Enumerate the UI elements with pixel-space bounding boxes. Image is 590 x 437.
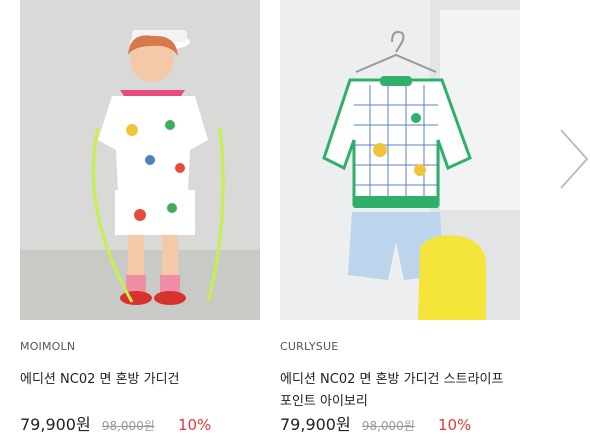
- product-name[interactable]: 에디션 NC02 면 혼방 가디건 스트라이프 포인트 아이보리: [280, 369, 520, 413]
- brand-name[interactable]: MOIMOLN: [20, 340, 260, 353]
- carousel-next-button[interactable]: [556, 126, 590, 192]
- original-price: 98,000원: [361, 419, 415, 433]
- sale-price: 79,900원: [20, 415, 91, 434]
- chevron-right-icon: [560, 129, 589, 189]
- price-row: 79,900원 98,000원 10%: [280, 414, 471, 437]
- original-price: 98,000원: [101, 419, 155, 433]
- discount-rate: 10%: [437, 416, 472, 434]
- price-row: 79,900원 98,000원 10%: [20, 414, 211, 437]
- sale-price: 79,900원: [280, 415, 351, 434]
- brand-name[interactable]: CURLYSUE: [280, 340, 520, 353]
- product-name-line-1[interactable]: 에디션 NC02 면 혼방 가디건 스트라이프: [280, 369, 520, 391]
- product-name[interactable]: 에디션 NC02 면 혼방 가디건: [20, 369, 260, 391]
- product-image[interactable]: [20, 0, 260, 320]
- discount-rate: 10%: [177, 416, 212, 434]
- product-name-line-2[interactable]: 포인트 아이보리: [280, 391, 520, 413]
- product-card[interactable]: MOIMOLN 에디션 NC02 면 혼방 가디건 79,900원 98,000…: [20, 0, 260, 434]
- product-card[interactable]: CURLYSUE 에디션 NC02 면 혼방 가디건 스트라이프 포인트 아이보…: [280, 0, 520, 434]
- product-image[interactable]: [280, 0, 520, 320]
- product-name-line-1[interactable]: 에디션 NC02 면 혼방 가디건: [20, 369, 260, 391]
